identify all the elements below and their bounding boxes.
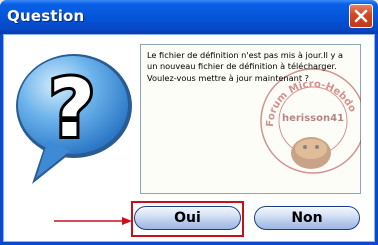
yes-button[interactable]: Oui (134, 206, 241, 230)
dialog-body: ? Forum Micro-Hebdo herisson41 Le fichie… (3, 34, 375, 242)
arrow-right-icon (54, 217, 132, 225)
close-icon (354, 9, 368, 23)
message-text: Le fichier de définition n'est pas mis à… (147, 50, 343, 83)
svg-text:?: ? (49, 62, 95, 155)
no-button[interactable]: Non (254, 206, 360, 230)
message-panel: Forum Micro-Hebdo herisson41 Le fichier … (140, 44, 361, 194)
watermark-name: herisson41 (282, 113, 344, 124)
window-title: Question (7, 7, 85, 25)
question-bubble-icon: ? (16, 54, 132, 184)
dialog-window: Question ? Forum Micro-Hebdo herisson41 … (0, 0, 378, 245)
close-button[interactable] (349, 4, 373, 28)
titlebar[interactable]: Question (0, 0, 378, 34)
